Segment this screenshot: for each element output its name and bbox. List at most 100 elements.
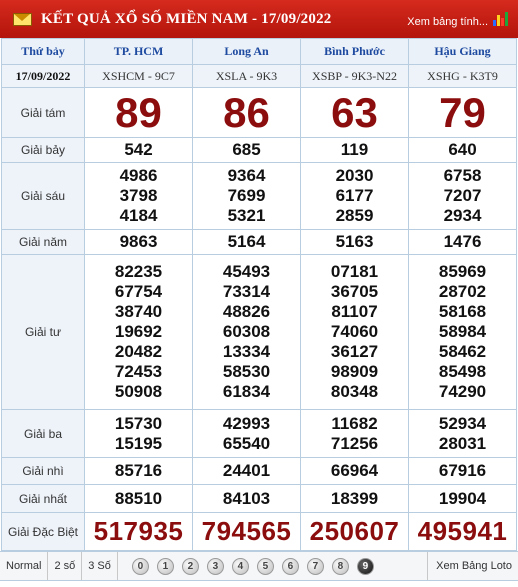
- code-hcm: XSHCM - 9C7: [84, 64, 193, 88]
- digit-5-button[interactable]: 5: [256, 557, 274, 575]
- results-footer: Normal 2 số 3 Số 0 1 2 3 4 5 6 7 8 9 Xem…: [0, 551, 518, 581]
- prize-label: Giải bảy: [1, 137, 85, 163]
- results-table: Thứ bảy TP. HCM Long An Bình Phước Hậu G…: [1, 38, 517, 551]
- prize-label: Giải tư: [1, 254, 85, 410]
- prize-cell: 45493 73314 48826 60308 13334 58530 61834: [192, 254, 301, 410]
- digit-6-button[interactable]: 6: [281, 557, 299, 575]
- digit-1-button[interactable]: 1: [156, 557, 174, 575]
- prize-value: 3798: [119, 186, 158, 205]
- prize-value: 15730: [114, 413, 163, 433]
- prize-cell: 4986 3798 4184: [84, 162, 193, 230]
- prize-cell: 2030 6177 2859: [300, 162, 409, 230]
- prize-value: 685: [192, 137, 301, 163]
- prize-row-5: Giải năm 9863 5164 5163 1476: [1, 229, 517, 255]
- prize-value: 45493: [222, 262, 271, 281]
- prize-value: 07181: [330, 262, 379, 281]
- prize-value: 67754: [114, 282, 163, 301]
- two-digit-button[interactable]: 2 số: [48, 552, 83, 580]
- prize-value: 85716: [84, 457, 193, 485]
- view-loto-link[interactable]: Xem Bảng Loto: [427, 552, 518, 580]
- digit-2-button[interactable]: 2: [181, 557, 199, 575]
- prize-value: 119: [300, 137, 409, 163]
- prize-cell: 9364 7699 5321: [192, 162, 301, 230]
- prize-row-special: Giải Đặc Biệt 517935 794565 250607 49594…: [1, 512, 517, 551]
- prize-value: 73314: [222, 282, 271, 301]
- prize-label: Giải tám: [1, 87, 85, 138]
- prize-value: 67916: [408, 457, 517, 485]
- prize-value: 18399: [300, 484, 409, 513]
- prize-cell: 85969 28702 58168 58984 58462 85498 74290: [408, 254, 517, 410]
- digit-7-button[interactable]: 7: [306, 557, 324, 575]
- bar-chart-icon[interactable]: [493, 11, 509, 26]
- prize-row-4: Giải tư 82235 67754 38740 19692 20482 72453 50…: [1, 254, 517, 410]
- prize-value: 542: [84, 137, 193, 163]
- prize-value: 66964: [300, 457, 409, 485]
- prize-value: 19904: [408, 484, 517, 513]
- digit-9-button[interactable]: 9: [356, 557, 374, 575]
- code-hau-giang: XSHG - K3T9: [408, 64, 517, 88]
- prize-value: 1476: [408, 229, 517, 255]
- prize-value: 5321: [227, 206, 266, 225]
- province-long-an[interactable]: Long An: [192, 38, 301, 65]
- prize-value: 89: [84, 87, 193, 138]
- prize-label: Giải nhì: [1, 457, 85, 485]
- prize-value: 4184: [119, 206, 158, 225]
- prize-value: 65540: [222, 433, 271, 453]
- prize-label: Giải Đặc Biệt: [1, 512, 85, 551]
- prize-value: 61834: [222, 382, 271, 401]
- prize-row-8: Giải tám 89 86 63 79: [1, 87, 517, 138]
- province-hau-giang[interactable]: Hậu Giang: [408, 38, 517, 65]
- prize-value: 7207: [443, 186, 482, 205]
- special-prize-value: 250607: [300, 512, 409, 551]
- prize-value: 36705: [330, 282, 379, 301]
- prize-cell: 11682 71256: [300, 409, 409, 458]
- province-row: Thứ bảy TP. HCM Long An Bình Phước Hậu G…: [1, 38, 517, 65]
- results-title: KẾT QUẢ XỔ SỐ MIỀN NAM - 17/09/2022: [41, 10, 332, 27]
- prize-value: 71256: [330, 433, 379, 453]
- province-binh-phuoc[interactable]: Bình Phước: [300, 38, 409, 65]
- prize-value: 4986: [119, 166, 158, 185]
- prize-value: 36127: [330, 342, 379, 361]
- digit-0-button[interactable]: 0: [131, 557, 149, 575]
- prize-value: 13334: [222, 342, 271, 361]
- normal-mode-button[interactable]: Normal: [0, 552, 49, 580]
- code-long-an: XSLA - 9K3: [192, 64, 301, 88]
- prize-value: 85969: [438, 262, 487, 281]
- view-table-link[interactable]: Xem bảng tính...: [407, 16, 488, 28]
- digit-filter: 0 1 2 3 4 5 6 7 8 9: [131, 557, 374, 575]
- prize-value: 63: [300, 87, 409, 138]
- code-binh-phuoc: XSBP - 9K3-N22: [300, 64, 409, 88]
- prize-value: 2859: [335, 206, 374, 225]
- prize-label: Giải sáu: [1, 162, 85, 230]
- prize-value: 6177: [335, 186, 374, 205]
- prize-value: 2934: [443, 206, 482, 225]
- prize-value: 5164: [192, 229, 301, 255]
- envelope-icon[interactable]: [13, 12, 32, 26]
- prize-value: 9364: [227, 166, 266, 185]
- prize-cell: 15730 15195: [84, 409, 193, 458]
- digit-4-button[interactable]: 4: [231, 557, 249, 575]
- digit-8-button[interactable]: 8: [331, 557, 349, 575]
- prize-value: 5163: [300, 229, 409, 255]
- prize-label: Giải nhất: [1, 484, 85, 513]
- prize-value: 52934: [438, 413, 487, 433]
- prize-row-6: Giải sáu 4986 3798 4184 9364 7699 5321 2030 6…: [1, 162, 517, 230]
- prize-value: 28031: [438, 433, 487, 453]
- prize-value: 85498: [438, 362, 487, 381]
- prize-value: 15195: [114, 433, 163, 453]
- prize-value: 42993: [222, 413, 271, 433]
- prize-value: 60308: [222, 322, 271, 341]
- prize-value: 7699: [227, 186, 266, 205]
- prize-row-3: Giải ba 15730 15195 42993 65540 11682 71256…: [1, 409, 517, 458]
- prize-value: 20482: [114, 342, 163, 361]
- three-digit-button[interactable]: 3 Số: [82, 552, 118, 580]
- prize-value: 88510: [84, 484, 193, 513]
- province-hcm[interactable]: TP. HCM: [84, 38, 193, 65]
- prize-label: Giải năm: [1, 229, 85, 255]
- special-prize-value: 495941: [408, 512, 517, 551]
- date-label: 17/09/2022: [1, 64, 85, 88]
- prize-value: 86: [192, 87, 301, 138]
- digit-3-button[interactable]: 3: [206, 557, 224, 575]
- prize-value: 82235: [114, 262, 163, 281]
- prize-value: 72453: [114, 362, 163, 381]
